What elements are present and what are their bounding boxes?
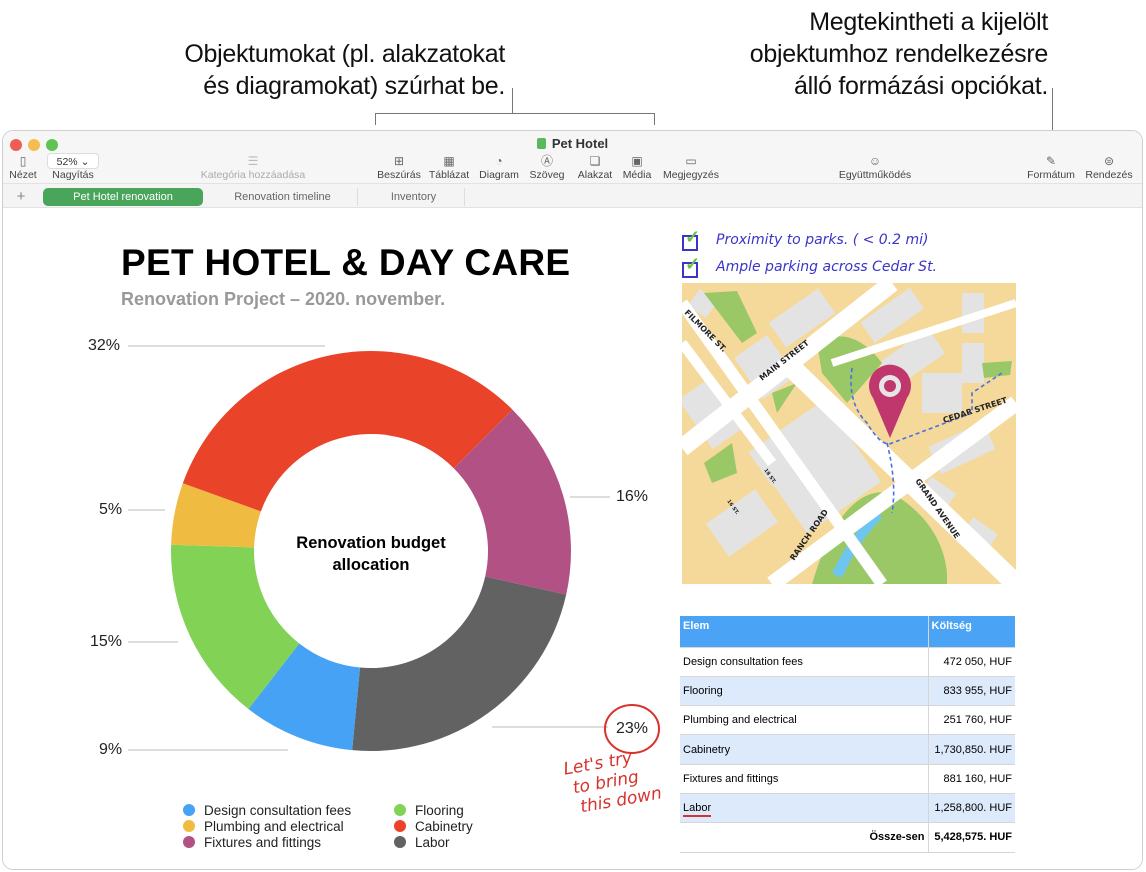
table-row[interactable]: Plumbing and electrical 251 760, HUF — [680, 705, 1015, 736]
legend-dot — [394, 804, 406, 816]
cell-cost[interactable]: 1,730,850. HUF — [928, 734, 1015, 765]
cell-item[interactable]: Flooring — [680, 676, 929, 707]
legend-label: Cabinetry — [415, 819, 473, 834]
labor-text: Labor — [683, 802, 712, 818]
checklist-text: Proximity to parks. ( < 0.2 mi) — [716, 232, 929, 248]
table-row[interactable]: Labor 1,258,800. HUF — [680, 793, 1015, 824]
chart-legend-col2: Flooring Cabinetry Labor — [394, 803, 473, 851]
legend-dot — [394, 820, 406, 832]
legend-item: Fixtures and fittings — [183, 835, 351, 851]
table-row[interactable]: Cabinetry 1,730,850. HUF — [680, 734, 1015, 765]
legend-item: Labor — [394, 835, 473, 851]
legend-label: Plumbing and electrical — [204, 819, 344, 834]
table-row[interactable]: Fixtures and fittings 881 160, HUF — [680, 764, 1015, 794]
legend-label: Labor — [415, 835, 450, 850]
total-value[interactable]: 5,428,575. HUF — [928, 822, 1015, 853]
legend-item: Plumbing and electrical — [183, 819, 351, 835]
cell-cost[interactable]: 833 955, HUF — [928, 676, 1015, 707]
cell-item[interactable]: Design consultation fees — [680, 647, 929, 677]
checklist-text: Ample parking across Cedar St. — [716, 259, 938, 275]
table-row[interactable]: Design consultation fees 472 050, HUF — [680, 647, 1015, 677]
legend-dot — [183, 836, 195, 848]
checkmark-icon: ✓ — [685, 227, 701, 247]
neighborhood-map[interactable]: FILMORE ST. MAIN STREET CEDAR STREET GRA… — [682, 283, 1016, 584]
cell-cost[interactable]: 472 050, HUF — [928, 647, 1015, 677]
chart-center-title: Renovation budget allocation — [296, 534, 446, 574]
donut-slice-cabinetry[interactable] — [182, 350, 513, 512]
label-design: 9% — [99, 741, 123, 758]
legend-item: Flooring — [394, 803, 473, 819]
donut-slice-labor[interactable] — [352, 576, 567, 751]
table-row[interactable]: Flooring 833 955, HUF — [680, 676, 1015, 707]
legend-label: Design consultation fees — [204, 803, 352, 818]
checkmark-icon: ✓ — [685, 254, 701, 274]
header-item[interactable]: Elem — [680, 616, 929, 648]
legend-item: Design consultation fees — [183, 803, 351, 819]
legend-dot — [394, 836, 406, 848]
legend-dot — [183, 804, 195, 816]
chart-legend: Design consultation fees Plumbing and el… — [183, 803, 351, 851]
cell-item[interactable]: Fixtures and fittings — [680, 764, 929, 794]
label-flooring: 15% — [90, 633, 123, 650]
table-header-row: Elem Költség — [680, 616, 1015, 648]
cell-item[interactable]: Plumbing and electrical — [680, 705, 929, 736]
cell-cost[interactable]: 1,258,800. HUF — [928, 793, 1015, 824]
legend-label: Flooring — [415, 803, 464, 818]
legend-item: Cabinetry — [394, 819, 473, 835]
budget-table[interactable]: Elem Költség Design consultation fees 472… — [680, 616, 1015, 853]
label-labor: 23% — [616, 720, 649, 737]
cell-item[interactable]: Labor — [680, 793, 929, 824]
label-plumbing: 5% — [99, 501, 123, 518]
total-label: Össze-sen — [680, 822, 929, 853]
cell-cost[interactable]: 251 760, HUF — [928, 705, 1015, 736]
label-fixtures: 16% — [616, 488, 649, 505]
label-cabinetry: 32% — [88, 337, 121, 354]
header-cost[interactable]: Költség — [928, 616, 1015, 648]
legend-dot — [183, 820, 195, 832]
table-total-row[interactable]: Össze-sen 5,428,575. HUF — [680, 822, 1015, 853]
cell-item[interactable]: Cabinetry — [680, 734, 929, 765]
legend-label: Fixtures and fittings — [204, 835, 322, 850]
cell-cost[interactable]: 881 160, HUF — [928, 764, 1015, 794]
